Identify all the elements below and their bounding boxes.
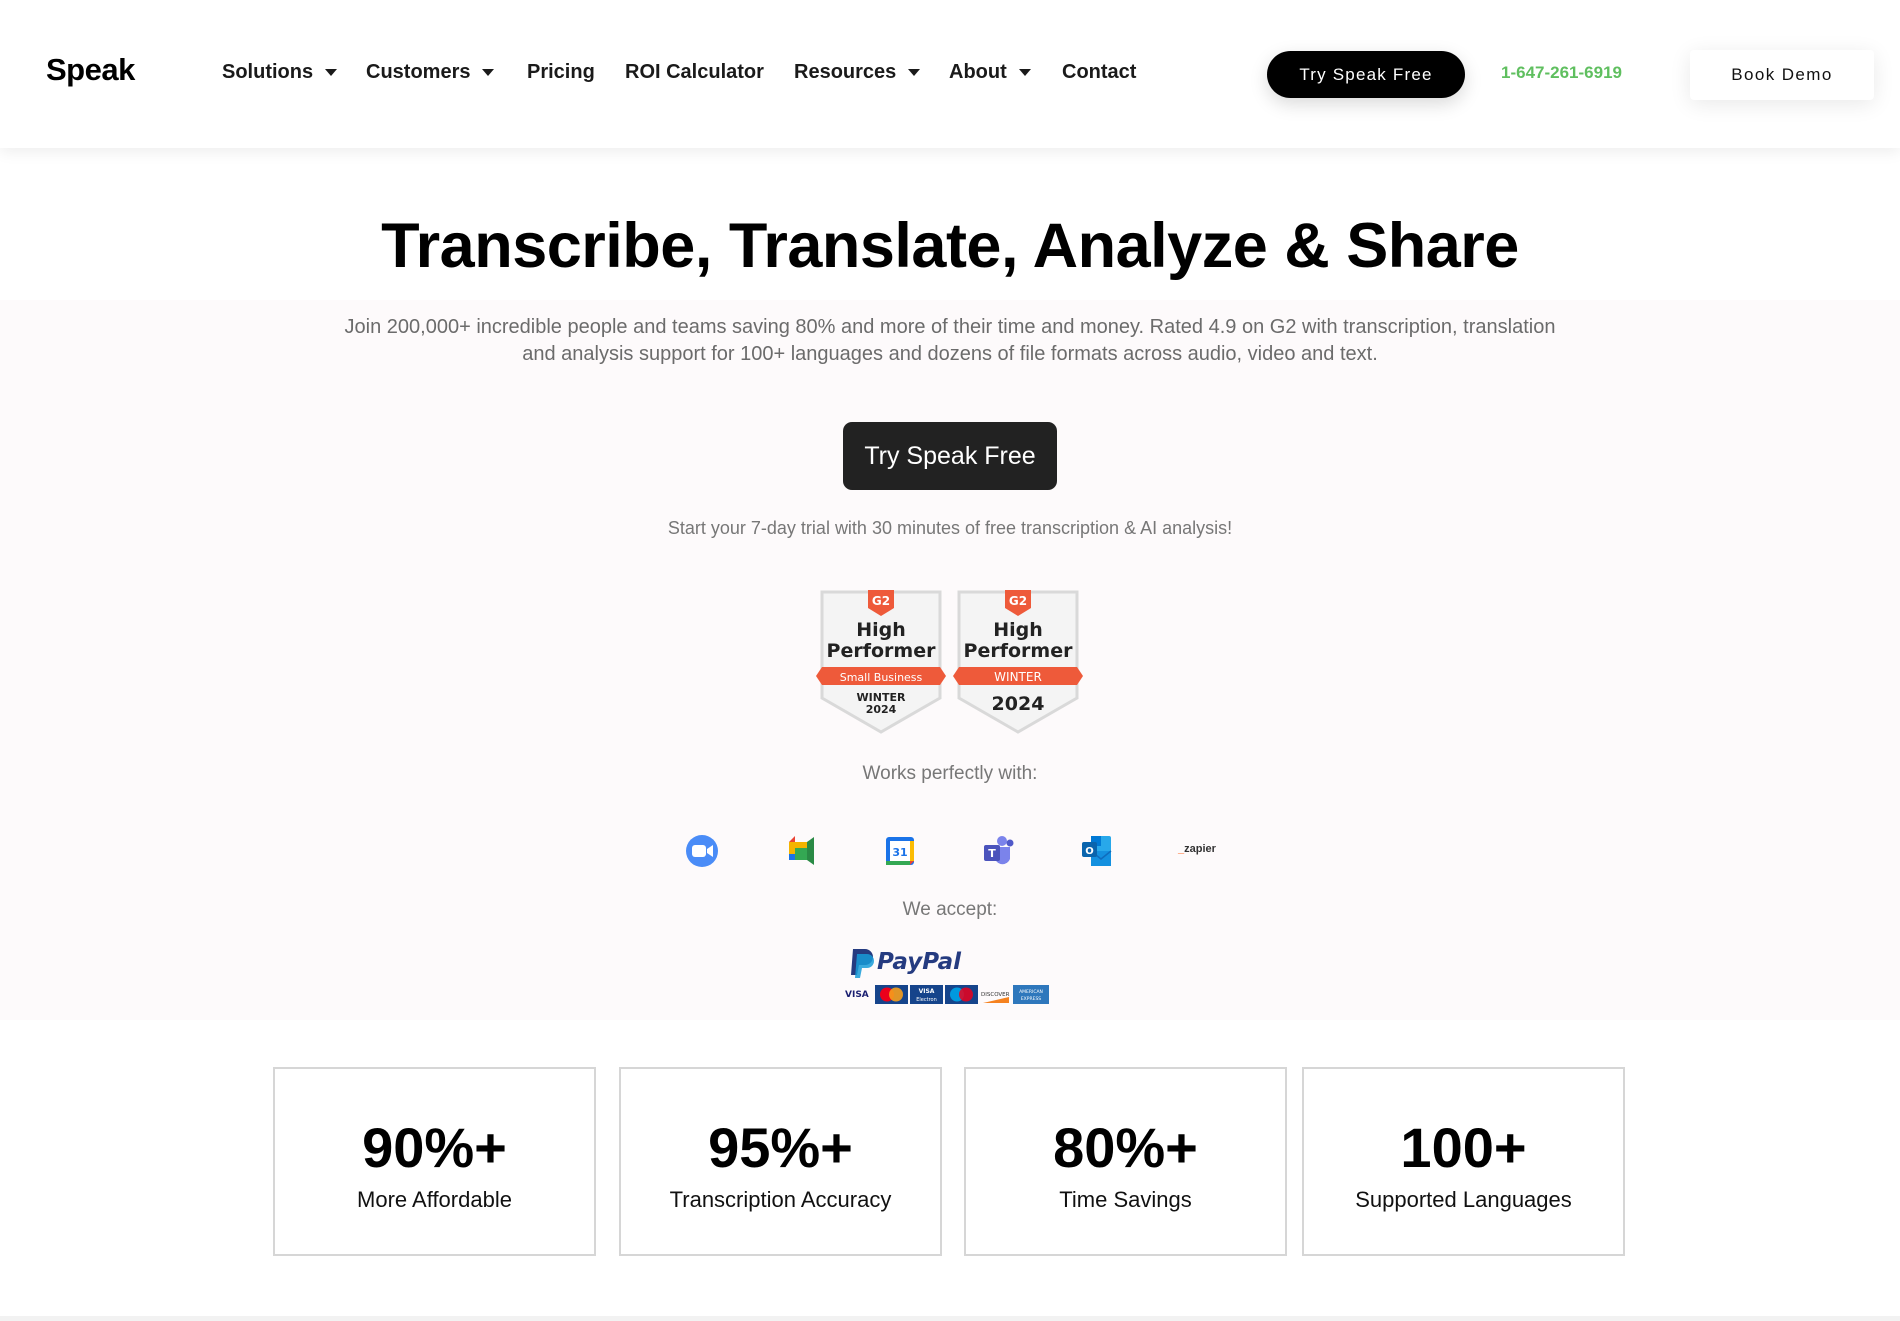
badge-year: 2024: [992, 693, 1045, 715]
section-divider: [0, 1316, 1900, 1321]
paypal-logo-icon: PayPal: [851, 949, 962, 978]
chevron-down-icon: [1018, 69, 1031, 76]
stat-label: More Affordable: [357, 1187, 512, 1212]
payment-methods: PayPal VISA VISA Electron DISCOVER AMERI…: [845, 949, 1049, 1004]
chevron-down-icon: [325, 69, 338, 76]
stat-value: 95%+: [708, 1116, 853, 1179]
badge-line2: Performer: [964, 640, 1074, 662]
paypal-text: PayPal: [877, 949, 962, 975]
google-calendar-icon: 31: [886, 837, 914, 865]
zoom-icon: [686, 835, 718, 867]
svg-text:Electron: Electron: [916, 997, 937, 1003]
stat-card: 100+ Supported Languages: [1302, 1067, 1625, 1256]
badge-line1: High: [856, 619, 906, 641]
header-try-free-button[interactable]: Try Speak Free: [1267, 51, 1465, 98]
book-demo-button[interactable]: Book Demo: [1690, 50, 1874, 100]
visa-icon: VISA: [845, 990, 869, 1000]
stat-label: Time Savings: [1059, 1187, 1192, 1212]
google-meet-icon: [789, 836, 814, 865]
stat-value: 90%+: [362, 1116, 507, 1179]
svg-text:DISCOVER: DISCOVER: [981, 992, 1010, 998]
stat-value: 80%+: [1053, 1116, 1198, 1179]
nav-label: About: [949, 61, 1007, 83]
svg-text:O: O: [1085, 846, 1094, 857]
stat-card: 90%+ More Affordable: [273, 1067, 596, 1256]
maestro-icon: [945, 985, 978, 1004]
stat-label: Supported Languages: [1355, 1187, 1572, 1212]
svg-text:T: T: [988, 847, 996, 860]
nav-about[interactable]: About: [949, 61, 1031, 84]
outlook-icon: O: [1082, 836, 1112, 866]
svg-text:31: 31: [892, 846, 907, 859]
g2-brand-text: G2: [872, 594, 890, 608]
hero-subtitle: Join 200,000+ incredible people and team…: [344, 316, 1556, 365]
nav-label: Solutions: [222, 61, 314, 83]
chevron-down-icon: [908, 69, 921, 76]
stat-card: 95%+ Transcription Accuracy: [619, 1067, 942, 1256]
g2-badge-small-business: G2 High Performer Small Business WINTER …: [816, 590, 946, 734]
nav-roi-calculator[interactable]: ROI Calculator: [625, 61, 764, 84]
g2-badge-winter: G2 High Performer WINTER 2024: [953, 590, 1083, 734]
mastercard-icon: [875, 985, 908, 1004]
svg-text:EXPRESS: EXPRESS: [1021, 996, 1041, 1002]
badge-ribbon-text: Small Business: [840, 671, 923, 684]
logo[interactable]: Speak: [46, 52, 135, 88]
microsoft-teams-icon: T: [984, 836, 1014, 865]
nav-solutions[interactable]: Solutions: [222, 61, 338, 84]
nav-customers[interactable]: Customers: [366, 61, 495, 84]
svg-text:AMERICAN: AMERICAN: [1019, 989, 1043, 995]
nav-resources[interactable]: Resources: [794, 61, 921, 84]
visa-electron-icon: VISA Electron: [910, 985, 943, 1004]
badge-ribbon-text: WINTER: [994, 670, 1042, 684]
hero-title: Transcribe, Translate, Analyze & Share: [381, 211, 1519, 281]
nav-label: Resources: [794, 61, 897, 83]
badge-line1: High: [993, 619, 1043, 641]
chevron-down-icon: [482, 69, 495, 76]
stat-card: 80%+ Time Savings: [964, 1067, 1287, 1256]
nav-pricing[interactable]: Pricing: [527, 61, 595, 84]
nav-label: ROI Calculator: [625, 61, 764, 83]
zapier-text: zapier: [1184, 843, 1216, 855]
badge-year: 2024: [866, 703, 897, 716]
svg-text:VISA: VISA: [919, 988, 935, 995]
integrations-label: Works perfectly with:: [862, 763, 1038, 784]
trial-text: Start your 7-day trial with 30 minutes o…: [667, 518, 1233, 538]
hero-try-free-button[interactable]: Try Speak Free: [843, 422, 1057, 490]
amex-icon: AMERICAN EXPRESS: [1013, 985, 1049, 1004]
zapier-icon: _zapier: [1178, 843, 1216, 855]
payments-label: We accept:: [902, 899, 998, 920]
g2-brand-text: G2: [1009, 594, 1027, 608]
nav-label: Contact: [1062, 61, 1137, 83]
nav-contact[interactable]: Contact: [1062, 61, 1136, 84]
phone-link[interactable]: 1-647-261-6919: [1501, 63, 1622, 83]
nav-label: Pricing: [527, 61, 595, 83]
discover-icon: DISCOVER: [981, 992, 1010, 1003]
stat-value: 100+: [1400, 1116, 1527, 1179]
badge-line2: Performer: [827, 640, 937, 662]
stat-label: Transcription Accuracy: [669, 1187, 892, 1212]
nav-label: Customers: [366, 61, 471, 83]
site-header: Speak Solutions Customers Pricing ROI Ca…: [0, 0, 1900, 148]
